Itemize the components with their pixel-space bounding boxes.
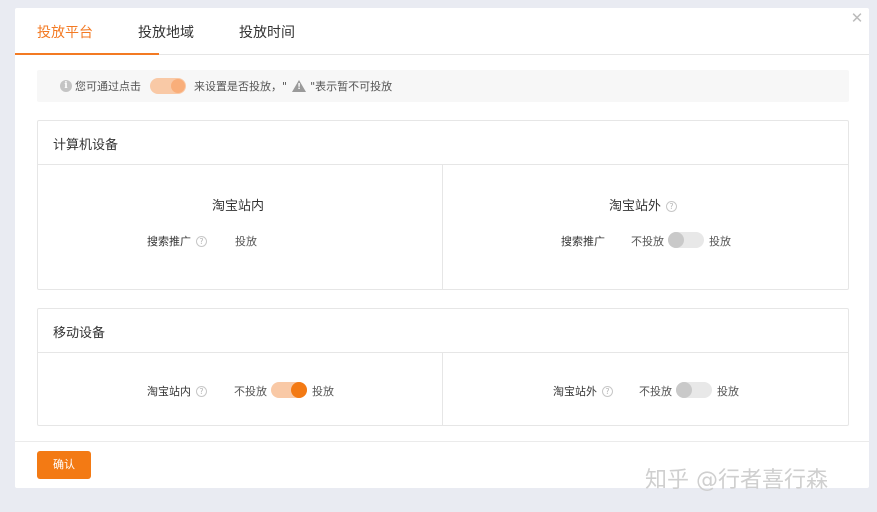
tip-bar: i 您可通过点击 来设置是否投放，" ! "表示暂不可投放: [37, 70, 849, 102]
desktop-outside-title: 淘宝站外: [609, 199, 662, 214]
mobile-outside-row-label: 淘宝站外: [553, 385, 597, 398]
desktop-section-title: 计算机设备: [38, 121, 848, 165]
mobile-inside-on-label: 投放: [312, 385, 334, 398]
desktop-taobao-inside: 淘宝站内 搜索推广? 投放: [38, 165, 443, 289]
tip-text-after: "表示暂不可投放: [310, 80, 393, 93]
mobile-inside-switch[interactable]: [271, 382, 307, 398]
toggle-example-icon: [150, 78, 186, 94]
question-icon[interactable]: ?: [196, 236, 207, 247]
watermark: 知乎 @行者喜行森: [645, 468, 828, 493]
placement-dialog: ✕ 投放平台 投放地域 投放时间 i 您可通过点击 来设置是否投放，" ! "表…: [15, 8, 869, 488]
desktop-inside-row: 搜索推广?: [147, 233, 207, 249]
active-tab-indicator: [15, 53, 159, 55]
desktop-outside-title-row: 淘宝站外?: [609, 195, 678, 214]
question-icon[interactable]: ?: [602, 386, 613, 397]
mobile-section: 移动设备 淘宝站内? 不投放 投放 淘宝站外? 不投放 投放: [37, 308, 849, 426]
mobile-inside-row: 淘宝站内?: [147, 383, 207, 399]
info-icon: i: [60, 80, 72, 92]
mobile-inside-row-label: 淘宝站内: [147, 385, 191, 398]
tab-time[interactable]: 投放时间: [239, 22, 295, 42]
mobile-outside-row: 淘宝站外?: [553, 383, 613, 399]
tab-platform[interactable]: 投放平台: [37, 22, 93, 42]
mobile-outside-off-label: 不投放: [639, 385, 672, 398]
question-icon[interactable]: ?: [196, 386, 207, 397]
desktop-inside-row-label: 搜索推广: [147, 235, 191, 248]
footer-divider: [15, 441, 869, 442]
desktop-taobao-outside: 淘宝站外? 搜索推广 不投放 投放: [443, 165, 848, 289]
tip-text-middle: 来设置是否投放，": [194, 80, 288, 93]
mobile-outside-switch[interactable]: [676, 382, 712, 398]
desktop-outside-switch[interactable]: [668, 232, 704, 248]
question-icon[interactable]: ?: [666, 201, 678, 212]
mobile-inside-off-label: 不投放: [234, 385, 267, 398]
desktop-section: 计算机设备 淘宝站内 搜索推广? 投放 淘宝站外? 搜索推广 不投放 投放: [37, 120, 849, 290]
tab-region[interactable]: 投放地域: [138, 22, 194, 42]
mobile-section-title: 移动设备: [38, 309, 848, 353]
desktop-outside-off-label: 不投放: [631, 235, 664, 248]
mobile-outside-on-label: 投放: [717, 385, 739, 398]
desktop-outside-row-label: 搜索推广: [561, 235, 605, 248]
mobile-taobao-inside: 淘宝站内? 不投放 投放: [38, 353, 443, 425]
desktop-inside-title: 淘宝站内: [212, 199, 265, 214]
desktop-outside-on-label: 投放: [709, 235, 731, 248]
mobile-taobao-outside: 淘宝站外? 不投放 投放: [443, 353, 848, 425]
desktop-inside-status: 投放: [235, 235, 257, 248]
tab-bar: 投放平台 投放地域 投放时间: [15, 8, 869, 55]
warning-icon: !: [292, 80, 307, 92]
confirm-button[interactable]: 确认: [37, 451, 91, 479]
tip-text-before: 您可通过点击: [75, 80, 141, 93]
